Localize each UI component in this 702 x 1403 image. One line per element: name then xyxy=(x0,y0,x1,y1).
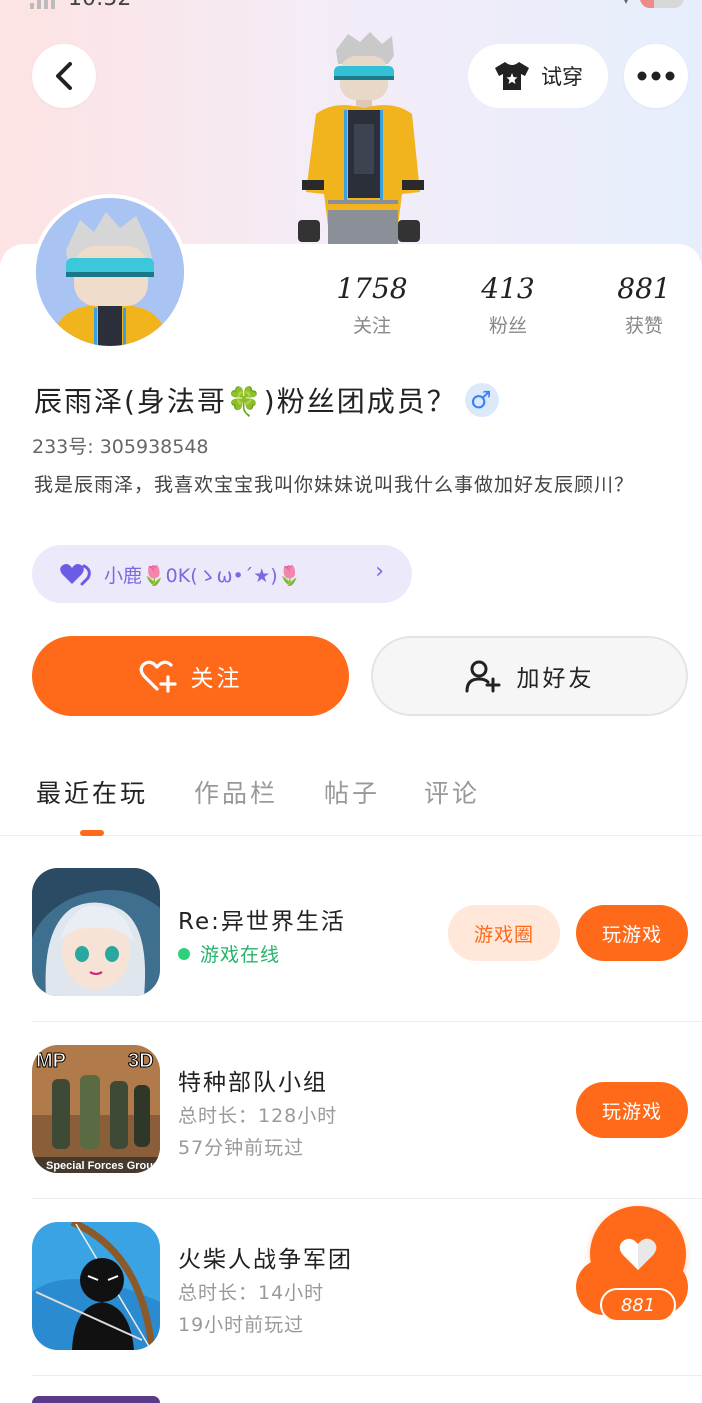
floating-like-count: 881 xyxy=(600,1288,676,1322)
profile-name-row: 辰雨泽(身法哥🍀)粉丝团成员？ ♂ xyxy=(34,380,499,420)
game-icon: MP 3D Special Forces Group xyxy=(32,1045,160,1173)
signal-icon xyxy=(30,0,55,9)
tab-comments[interactable]: 评论 xyxy=(424,774,480,810)
try-on-button[interactable]: 试穿 xyxy=(468,44,608,108)
game-last-played: 19小时前玩过 xyxy=(178,1314,305,1336)
wifi-icon: ▾ xyxy=(622,0,630,8)
chevron-left-icon xyxy=(56,62,72,90)
tab-recently-played[interactable]: 最近在玩 xyxy=(36,774,148,810)
game-title: Re:异世界生活 xyxy=(178,909,346,935)
profile-bio: 我是辰雨泽，我喜欢宝宝我叫你妹妹说叫我什么事做加好友辰顾川？ xyxy=(34,474,635,496)
status-time: 10:52 xyxy=(68,0,131,11)
play-game-button[interactable]: 玩游戏 xyxy=(576,1082,688,1138)
online-label: 游戏在线 xyxy=(200,944,281,966)
game-icon xyxy=(32,1222,160,1350)
stat-value: 413 xyxy=(481,272,535,305)
back-button[interactable] xyxy=(32,44,96,108)
game-list-item-partial xyxy=(32,1396,160,1403)
user-id: 233号: 305938548 xyxy=(32,432,209,459)
game-icon-text: 3D xyxy=(128,1050,154,1072)
stat-label: 粉丝 xyxy=(488,315,527,337)
tab-posts[interactable]: 帖子 xyxy=(324,774,380,810)
more-button[interactable] xyxy=(624,44,688,108)
tab-indicator xyxy=(80,830,104,836)
online-dot-icon xyxy=(178,947,190,960)
avatar[interactable] xyxy=(32,194,188,350)
add-friend-label: 加好友 xyxy=(516,666,595,692)
game-duration: 总时长：128小时 xyxy=(178,1105,338,1127)
tab-works[interactable]: 作品栏 xyxy=(194,774,278,810)
shirt-icon xyxy=(495,62,529,90)
user-id-label: 233号: xyxy=(32,436,94,458)
fan-club-name: 小鹿🌷0K(ゝω•´★)🌷 xyxy=(104,564,302,587)
heart-icon xyxy=(619,1238,657,1270)
status-bar: 10:52 ▾ 27 xyxy=(0,0,702,14)
follow-label: 关注 xyxy=(190,666,243,692)
game-icon xyxy=(32,868,160,996)
stat-value: 1758 xyxy=(336,272,408,305)
game-list-item[interactable]: Re:异世界生活 游戏在线 游戏圈 玩游戏 xyxy=(32,868,702,1022)
stat-followers[interactable]: 413 粉丝 xyxy=(448,272,568,338)
game-circle-button[interactable]: 游戏圈 xyxy=(448,905,560,961)
game-last-played: 57分钟前玩过 xyxy=(178,1137,305,1159)
chevron-right-icon: › xyxy=(375,559,384,584)
heart-plus-icon xyxy=(139,660,177,693)
game-title: 特种部队小组 xyxy=(178,1070,328,1096)
game-icon-text: MP xyxy=(36,1050,66,1072)
follow-button[interactable]: 关注 xyxy=(32,636,349,716)
hearts-icon xyxy=(60,564,91,586)
add-friend-button[interactable]: 加好友 xyxy=(371,636,688,716)
profile-name: 辰雨泽(身法哥🍀)粉丝团成员？ xyxy=(34,385,457,418)
profile-tabs: 最近在玩 作品栏 帖子 评论 xyxy=(0,770,702,836)
add-user-icon xyxy=(465,660,500,693)
more-dots-icon xyxy=(637,71,675,81)
stat-following[interactable]: 1758 关注 xyxy=(312,272,432,338)
game-icon-image: MP 3D Special Forces Group xyxy=(32,1045,160,1173)
male-gender-icon: ♂ xyxy=(464,383,499,417)
avatar-image xyxy=(36,198,184,346)
stat-likes[interactable]: 881 获赞 xyxy=(584,272,702,338)
character-figure xyxy=(298,32,424,244)
game-title: 火柴人战争军团 xyxy=(178,1247,353,1273)
stat-value: 881 xyxy=(617,272,671,305)
online-status: 游戏在线 xyxy=(178,940,280,967)
game-icon-image xyxy=(32,1222,160,1350)
game-list-item[interactable]: MP 3D Special Forces Group 特种部队小组 总时长：12… xyxy=(32,1045,702,1199)
stat-label: 关注 xyxy=(352,315,391,337)
battery-icon: 27 xyxy=(640,0,684,8)
game-icon-text: Special Forces Group xyxy=(46,1160,160,1172)
user-id-value: 305938548 xyxy=(99,436,209,458)
game-icon-image xyxy=(32,868,160,996)
play-game-button[interactable]: 玩游戏 xyxy=(576,905,688,961)
game-duration: 总时长：14小时 xyxy=(178,1282,325,1304)
fan-club-badge[interactable]: 小鹿🌷0K(ゝω•´★)🌷 › xyxy=(32,545,412,603)
profile-stats: 1758 关注 413 粉丝 881 获赞 xyxy=(300,272,700,342)
stat-label: 获赞 xyxy=(624,315,663,337)
try-on-label: 试穿 xyxy=(541,65,583,89)
